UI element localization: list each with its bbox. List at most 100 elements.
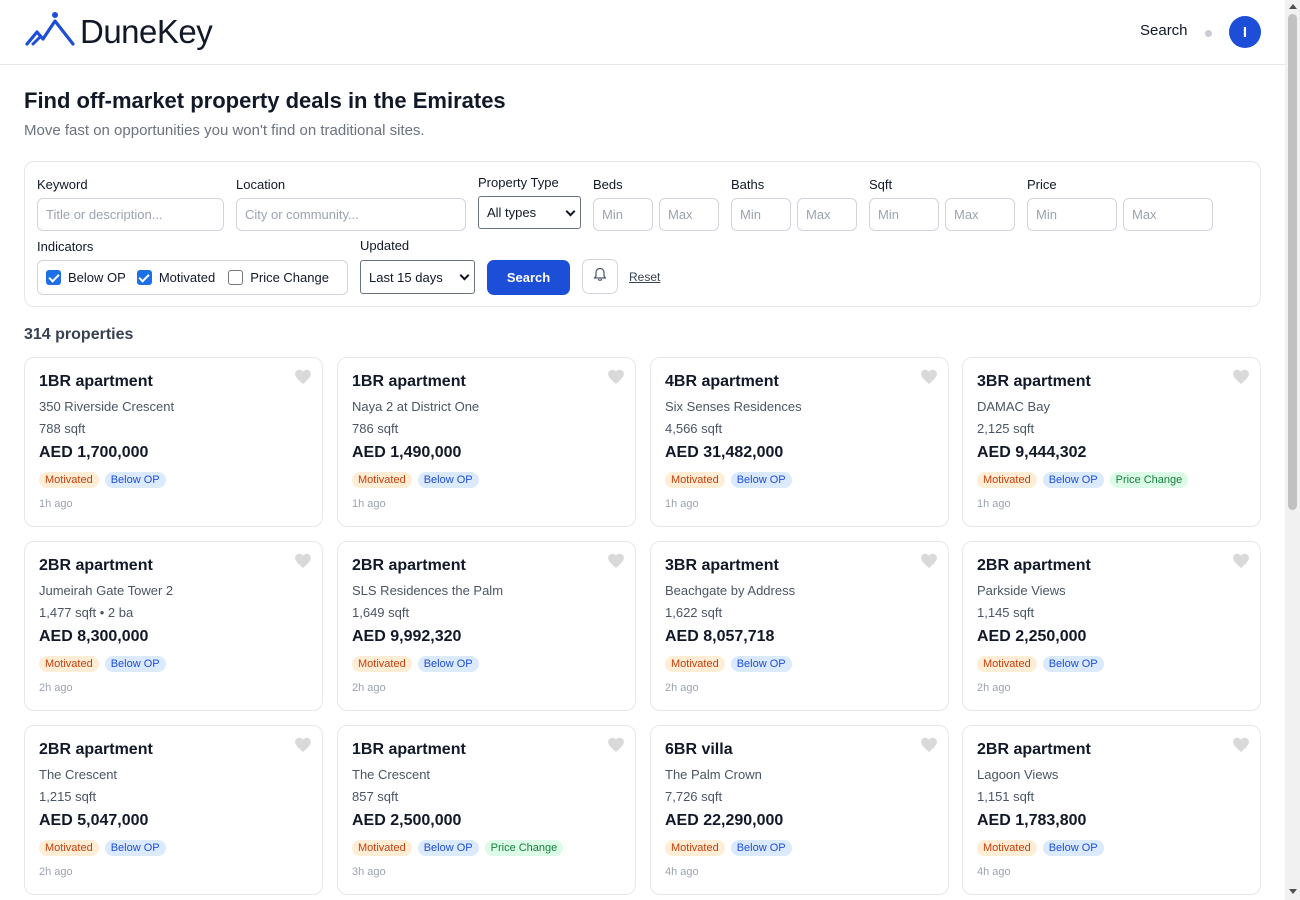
keyword-input[interactable] (37, 198, 224, 231)
status-badge: Motivated (665, 472, 725, 488)
price-change-label: Price Change (250, 270, 329, 285)
property-type-select[interactable]: All types (478, 196, 581, 229)
beds-label: Beds (593, 177, 623, 192)
property-size: 857 sqft (352, 789, 399, 804)
heart-icon[interactable] (920, 736, 938, 753)
below-op-checkbox[interactable]: Below OP (46, 270, 126, 285)
heart-icon[interactable] (607, 736, 625, 753)
heart-icon[interactable] (1232, 736, 1250, 753)
updated-select[interactable]: Last 15 days (360, 260, 475, 294)
property-size: 1,622 sqft (665, 605, 723, 620)
property-updated-time: 2h ago (665, 682, 699, 694)
property-size: 1,145 sqft (977, 605, 1035, 620)
heart-icon[interactable] (607, 368, 625, 385)
property-card[interactable]: 1BR apartment The Crescent 857 sqft AED 2,5… (337, 725, 636, 895)
brand-logo[interactable]: DuneKey (24, 11, 213, 54)
filter-panel: Keyword Location Property Type All types… (24, 161, 1261, 307)
property-tags: Motivated Below OP (352, 656, 479, 672)
checkbox-checked-icon[interactable] (136, 270, 152, 285)
property-updated-time: 2h ago (977, 682, 1011, 694)
property-card[interactable]: 3BR apartment DAMAC Bay 2,125 sqft AED 9,44… (962, 357, 1261, 527)
property-card[interactable]: 2BR apartment Jumeirah Gate Tower 2 1,477 … (24, 541, 323, 711)
indicators-label: Indicators (37, 239, 94, 254)
status-badge: Below OP (730, 472, 792, 488)
price-change-checkbox[interactable]: Price Change (228, 270, 329, 285)
property-tags: Motivated Below OP Price Change (352, 840, 564, 856)
price-max-input[interactable] (1123, 198, 1213, 231)
property-card[interactable]: 1BR apartment Naya 2 at District One 786 s… (337, 357, 636, 527)
property-location: DAMAC Bay (977, 399, 1050, 414)
checkbox-checked-icon[interactable] (46, 270, 61, 285)
property-card[interactable]: 2BR apartment Parkside Views 1,145 sqft AED… (962, 541, 1261, 711)
status-badge: Price Change (484, 840, 564, 856)
sqft-min-input[interactable] (869, 198, 939, 231)
status-badge: Below OP (417, 840, 479, 856)
property-title: 2BR apartment (352, 557, 466, 574)
property-tags: Motivated Below OP (39, 472, 166, 488)
location-input[interactable] (236, 198, 466, 231)
scroll-up-arrow-icon[interactable] (1289, 4, 1297, 9)
baths-max-input[interactable] (797, 198, 857, 231)
status-badge: Price Change (1109, 472, 1189, 488)
property-updated-time: 1h ago (39, 498, 73, 510)
property-price: AED 1,490,000 (352, 444, 462, 461)
indicators-group: Below OP Motivated Price Change (37, 260, 348, 295)
property-card[interactable]: 6BR villa The Palm Crown 7,726 sqft AED 22,… (650, 725, 949, 895)
property-card[interactable]: 2BR apartment The Crescent 1,215 sqft AED 5… (24, 725, 323, 895)
property-updated-time: 1h ago (665, 498, 699, 510)
price-label: Price (1027, 177, 1057, 192)
status-badge: Below OP (417, 656, 479, 672)
property-price: AED 9,444,302 (977, 444, 1087, 461)
property-updated-time: 3h ago (352, 866, 386, 878)
property-tags: Motivated Below OP (665, 840, 792, 856)
status-dot-icon (1205, 30, 1212, 37)
reset-link[interactable]: Reset (629, 270, 660, 284)
motivated-checkbox[interactable]: Motivated (136, 270, 215, 285)
heart-icon[interactable] (1232, 552, 1250, 569)
sqft-max-input[interactable] (945, 198, 1015, 231)
property-location: Lagoon Views (977, 767, 1059, 782)
property-tags: Motivated Below OP (665, 656, 792, 672)
property-card[interactable]: 4BR apartment Six Senses Residences 4,566 … (650, 357, 949, 527)
property-card[interactable]: 3BR apartment Beachgate by Address 1,622 s… (650, 541, 949, 711)
status-badge: Below OP (104, 840, 166, 856)
heart-icon[interactable] (920, 552, 938, 569)
property-card[interactable]: 1BR apartment 350 Riverside Crescent 788 s… (24, 357, 323, 527)
property-location: Six Senses Residences (665, 399, 802, 414)
logo-mountain-icon (24, 11, 76, 54)
heart-icon[interactable] (607, 552, 625, 569)
search-button[interactable]: Search (487, 260, 570, 295)
status-badge: Motivated (665, 656, 725, 672)
property-type-label: Property Type (478, 175, 559, 190)
heart-icon[interactable] (1232, 368, 1250, 385)
property-card[interactable]: 2BR apartment Lagoon Views 1,151 sqft AED 1… (962, 725, 1261, 895)
property-tags: Motivated Below OP (977, 656, 1104, 672)
property-location: Naya 2 at District One (352, 399, 480, 414)
property-location: Jumeirah Gate Tower 2 (39, 583, 174, 598)
scroll-down-arrow-icon[interactable] (1289, 889, 1297, 894)
beds-min-input[interactable] (593, 198, 653, 231)
heart-icon[interactable] (294, 552, 312, 569)
beds-max-input[interactable] (659, 198, 719, 231)
heart-icon[interactable] (294, 736, 312, 753)
property-price: AED 9,992,320 (352, 628, 462, 645)
price-min-input[interactable] (1027, 198, 1117, 231)
property-title: 1BR apartment (39, 373, 153, 390)
heart-icon[interactable] (920, 368, 938, 385)
status-badge: Below OP (1042, 840, 1104, 856)
property-updated-time: 2h ago (39, 682, 73, 694)
avatar[interactable]: I (1229, 16, 1261, 48)
checkbox-unchecked-icon[interactable] (228, 270, 244, 285)
property-card[interactable]: 2BR apartment SLS Residences the Palm 1,64… (337, 541, 636, 711)
baths-min-input[interactable] (731, 198, 791, 231)
property-price: AED 8,300,000 (39, 628, 149, 645)
property-location: Beachgate by Address (665, 583, 796, 598)
status-badge: Motivated (352, 656, 412, 672)
property-title: 3BR apartment (665, 557, 779, 574)
scrollbar-thumb[interactable] (1288, 14, 1297, 510)
status-badge: Motivated (39, 656, 99, 672)
alert-button[interactable] (582, 259, 618, 294)
heart-icon[interactable] (294, 368, 312, 385)
status-badge: Motivated (977, 656, 1037, 672)
nav-search-link[interactable]: Search (1140, 22, 1188, 39)
